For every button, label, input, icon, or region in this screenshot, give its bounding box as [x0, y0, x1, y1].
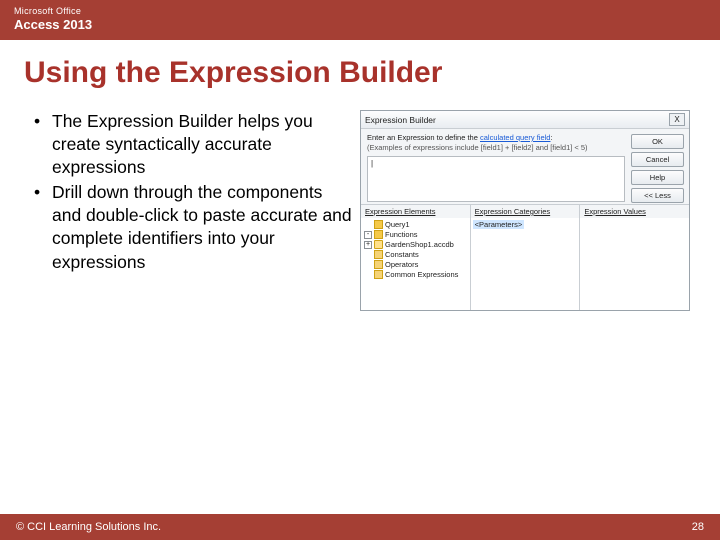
- expression-values-column: Expression Values: [580, 205, 689, 310]
- bullet-item: Drill down through the components and do…: [34, 181, 354, 273]
- expand-icon[interactable]: +: [364, 241, 372, 249]
- collapse-icon[interactable]: -: [364, 231, 372, 239]
- cancel-button[interactable]: Cancel: [631, 152, 684, 167]
- elements-tree[interactable]: Query1 - Functions + GardenShop1.accdb: [361, 218, 470, 310]
- dialog-example: (Examples of expressions include [field1…: [367, 143, 625, 152]
- list-item-selected[interactable]: <Parameters>: [473, 220, 525, 229]
- ok-button[interactable]: OK: [631, 134, 684, 149]
- tree-label: Constants: [385, 250, 419, 259]
- folder-icon: [374, 260, 383, 269]
- help-button[interactable]: Help: [631, 170, 684, 185]
- tree-item[interactable]: + GardenShop1.accdb: [363, 240, 468, 250]
- close-icon[interactable]: X: [669, 113, 685, 126]
- footer-bar: © CCI Learning Solutions Inc. 28: [0, 514, 720, 540]
- less-button[interactable]: << Less: [631, 188, 684, 203]
- bullet-item: The Expression Builder helps you create …: [34, 110, 354, 179]
- expression-input[interactable]: |: [367, 156, 625, 202]
- dialog-main: Enter an Expression to define the calcul…: [361, 129, 631, 204]
- database-icon: [374, 240, 383, 249]
- dialog-title: Expression Builder: [365, 115, 436, 125]
- slide: Microsoft Office Access 2013 Using the E…: [0, 0, 720, 540]
- tree-label: Functions: [385, 230, 418, 239]
- tree-item[interactable]: Common Expressions: [363, 270, 468, 280]
- categories-list[interactable]: <Parameters>: [471, 218, 580, 310]
- folder-icon: [374, 250, 383, 259]
- tree-item[interactable]: - Functions: [363, 230, 468, 240]
- tree-label: Operators: [385, 260, 418, 269]
- column-header: Expression Elements: [361, 205, 470, 218]
- dialog-hint: Enter an Expression to define the calcul…: [367, 133, 625, 142]
- content-area: The Expression Builder helps you create …: [0, 96, 720, 311]
- expression-elements-column: Expression Elements Query1 - Functions: [361, 205, 471, 310]
- function-icon: [374, 230, 383, 239]
- page-number: 28: [692, 521, 704, 533]
- hint-link[interactable]: calculated query field: [480, 133, 550, 142]
- page-title: Using the Expression Builder: [0, 40, 720, 96]
- screenshot: Expression Builder X Enter an Expression…: [360, 110, 690, 311]
- brand-label: Microsoft Office: [14, 6, 706, 16]
- hint-prefix: Enter an Expression to define the: [367, 133, 480, 142]
- tree-label: Common Expressions: [385, 270, 458, 279]
- folder-icon: [374, 270, 383, 279]
- tree-item[interactable]: Operators: [363, 260, 468, 270]
- expression-builder-dialog: Expression Builder X Enter an Expression…: [360, 110, 690, 311]
- dialog-columns: Expression Elements Query1 - Functions: [361, 204, 689, 310]
- hint-suffix: :: [550, 133, 552, 142]
- dialog-titlebar: Expression Builder X: [361, 111, 689, 129]
- values-list[interactable]: [580, 218, 689, 310]
- copyright-label: © CCI Learning Solutions Inc.: [16, 521, 161, 533]
- dialog-body: Enter an Expression to define the calcul…: [361, 129, 689, 204]
- tree-item[interactable]: Constants: [363, 250, 468, 260]
- expression-categories-column: Expression Categories <Parameters>: [471, 205, 581, 310]
- product-label: Access 2013: [14, 17, 706, 32]
- tree-item[interactable]: Query1: [363, 220, 468, 230]
- dialog-button-column: OK Cancel Help << Less: [631, 129, 689, 204]
- tree-label: Query1: [385, 220, 410, 229]
- column-header: Expression Categories: [471, 205, 580, 218]
- tree-label: GardenShop1.accdb: [385, 240, 454, 249]
- header-bar: Microsoft Office Access 2013: [0, 0, 720, 40]
- column-header: Expression Values: [580, 205, 689, 218]
- bullet-list: The Expression Builder helps you create …: [34, 110, 354, 311]
- query-icon: [374, 220, 383, 229]
